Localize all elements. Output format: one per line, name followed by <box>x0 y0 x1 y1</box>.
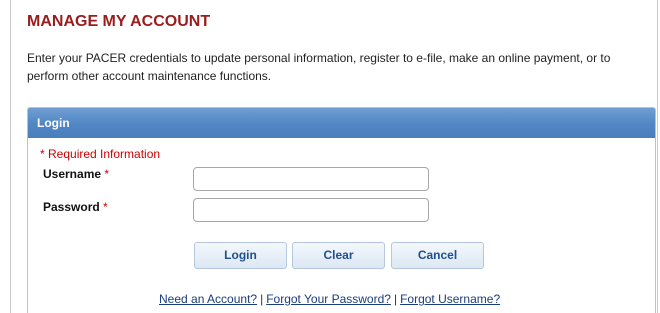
need-account-link[interactable]: Need an Account? <box>159 292 257 306</box>
content-left-border <box>10 0 11 313</box>
required-information-note: * Required Information <box>40 147 161 161</box>
username-input[interactable] <box>193 167 429 191</box>
username-required-marker: * <box>104 167 110 181</box>
page-title: MANAGE MY ACCOUNT <box>27 13 211 30</box>
login-panel-header: Login <box>28 108 655 138</box>
password-required-marker: * <box>103 200 108 214</box>
link-separator: | <box>393 292 398 306</box>
password-input[interactable] <box>193 198 429 222</box>
manage-account-page: MANAGE MY ACCOUNT Enter your PACER crede… <box>0 0 660 313</box>
username-label: Username * <box>43 167 109 181</box>
cancel-button[interactable]: Cancel <box>391 242 484 269</box>
username-label-text: Username <box>43 167 102 181</box>
password-label: Password * <box>43 200 108 214</box>
forgot-password-link[interactable]: Forgot Your Password? <box>266 292 391 306</box>
content-right-border <box>657 0 658 313</box>
login-button[interactable]: Login <box>194 242 287 269</box>
intro-text: Enter your PACER credentials to update p… <box>27 51 611 83</box>
link-separator: | <box>260 292 264 306</box>
account-help-links: Need an Account? | Forgot Your Password? | F… <box>159 292 500 306</box>
password-label-text: Password <box>43 200 100 214</box>
forgot-username-link[interactable]: Forgot Username? <box>400 292 500 306</box>
login-panel-title: Login <box>37 116 70 130</box>
login-panel: Login * Required Information Username * … <box>27 107 656 313</box>
clear-button[interactable]: Clear <box>292 242 385 269</box>
